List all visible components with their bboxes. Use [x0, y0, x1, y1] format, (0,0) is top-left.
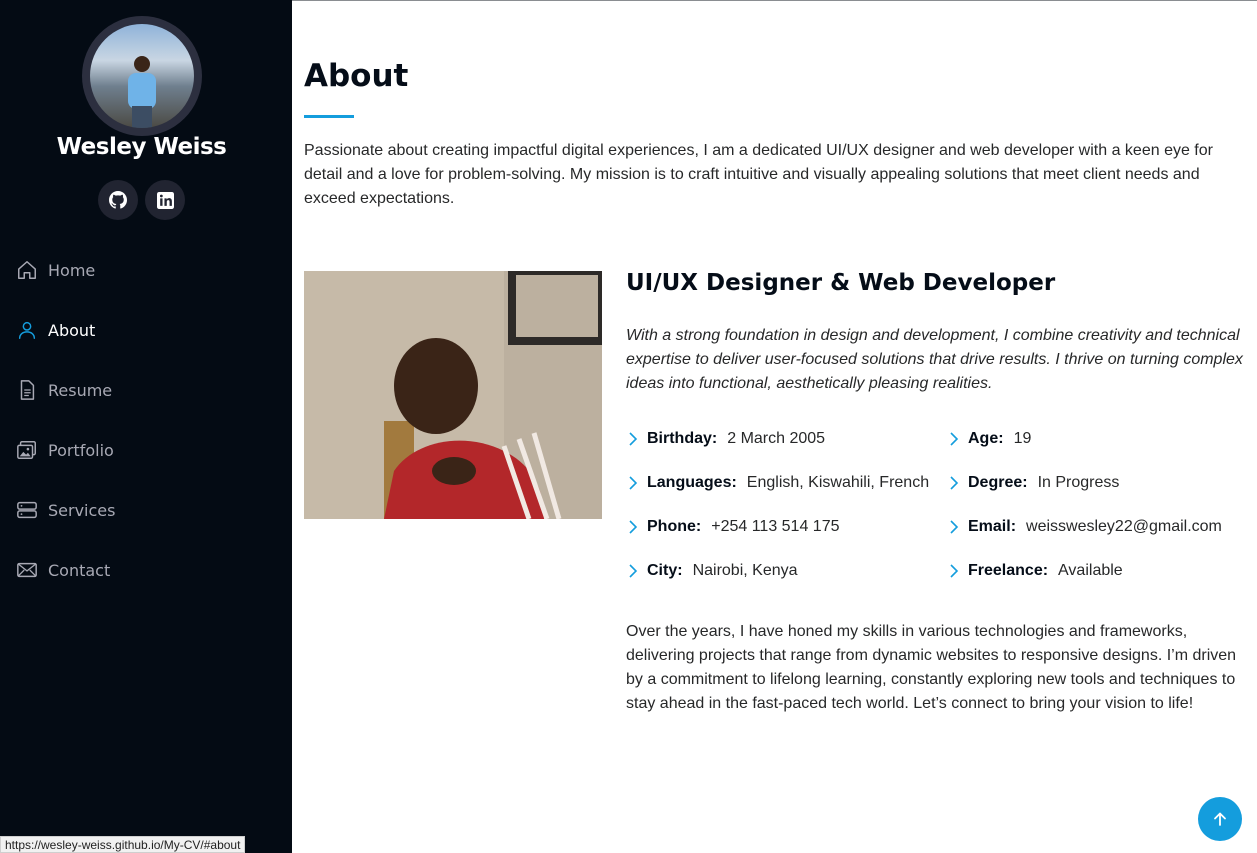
sidebar: Wesley Weiss Home About Resume Portfolio…	[0, 0, 292, 853]
role-title: UI/UX Designer & Web Developer	[626, 270, 1056, 296]
nav-label-portfolio: Portfolio	[48, 440, 114, 460]
nav-item-resume[interactable]: Resume	[16, 372, 276, 408]
nav-item-services[interactable]: Services	[16, 492, 276, 528]
file-icon	[20, 380, 35, 400]
fact-value: In Progress	[1037, 474, 1120, 491]
nav-item-about[interactable]: About	[16, 312, 276, 348]
fact-label: Languages:	[647, 474, 737, 491]
title-underline	[304, 115, 354, 118]
about-intro: Passionate about creating impactful digi…	[304, 142, 1213, 207]
linkedin-icon	[156, 191, 174, 209]
nav-label-resume: Resume	[48, 380, 113, 400]
fact-city: City: Nairobi, Kenya	[626, 560, 798, 582]
fact-label: Degree:	[968, 474, 1028, 491]
envelope-icon	[17, 562, 37, 578]
avatar-photo	[90, 24, 194, 128]
back-to-top-button[interactable]	[1198, 797, 1242, 841]
chevron-right-icon	[629, 564, 638, 578]
fact-freelance: Freelance: Available	[947, 560, 1123, 582]
home-icon	[18, 261, 36, 279]
fact-value: Nairobi, Kenya	[692, 562, 798, 579]
profile-photo	[304, 271, 602, 519]
linkedin-link[interactable]	[145, 180, 185, 220]
server-icon	[17, 501, 37, 519]
fact-label: Email:	[968, 518, 1017, 535]
fact-label: Birthday:	[647, 430, 718, 447]
github-link[interactable]	[98, 180, 138, 220]
chevron-right-icon	[950, 564, 959, 578]
fact-birthday: Birthday: 2 March 2005	[626, 428, 825, 450]
fact-degree: Degree: In Progress	[947, 472, 1119, 494]
nav-item-portfolio[interactable]: Portfolio	[16, 432, 276, 468]
avatar-person-shape	[128, 56, 156, 128]
fact-value: +254 113 514 175	[711, 518, 840, 535]
fact-phone: Phone: +254 113 514 175	[626, 516, 840, 538]
images-icon	[17, 441, 36, 459]
fact-value: Available	[1058, 562, 1123, 579]
nav-label-home: Home	[48, 260, 96, 280]
fact-label: Phone:	[647, 518, 702, 535]
github-icon	[109, 191, 127, 209]
fact-age: Age: 19	[947, 428, 1031, 450]
chevron-right-icon	[950, 476, 959, 490]
nav-item-home[interactable]: Home	[16, 252, 276, 288]
fact-value: weisswesley22@gmail.com	[1026, 518, 1222, 535]
fact-label: Freelance:	[968, 562, 1049, 579]
avatar	[82, 16, 202, 136]
fact-label: Age:	[968, 430, 1004, 447]
chevron-right-icon	[629, 432, 638, 446]
fact-languages: Languages: English, Kiswahili, French	[626, 472, 929, 494]
person-icon	[18, 321, 36, 339]
role-lead: With a strong foundation in design and d…	[626, 327, 1243, 392]
chevron-right-icon	[629, 520, 638, 534]
section-title: About	[304, 58, 409, 94]
fact-value: 2 March 2005	[727, 430, 826, 447]
chevron-right-icon	[950, 432, 959, 446]
chevron-right-icon	[629, 476, 638, 490]
profile-name: Wesley Weiss	[56, 134, 227, 160]
arrow-up-icon	[1214, 812, 1226, 826]
nav-label-about: About	[48, 320, 96, 340]
nav-label-contact: Contact	[48, 560, 111, 580]
chevron-right-icon	[950, 520, 959, 534]
about-outro: Over the years, I have honed my skills i…	[626, 623, 1237, 712]
fact-label: City:	[647, 562, 683, 579]
browser-status-url: https://wesley-weiss.github.io/My-CV/#ab…	[0, 836, 246, 853]
fact-value: English, Kiswahili, French	[746, 474, 930, 491]
fact-email: Email: weisswesley22@gmail.com	[947, 516, 1222, 538]
profile-photo-illustration	[304, 271, 602, 519]
nav-label-services: Services	[48, 500, 116, 520]
fact-value: 19	[1013, 430, 1032, 447]
nav-item-contact[interactable]: Contact	[16, 552, 276, 588]
